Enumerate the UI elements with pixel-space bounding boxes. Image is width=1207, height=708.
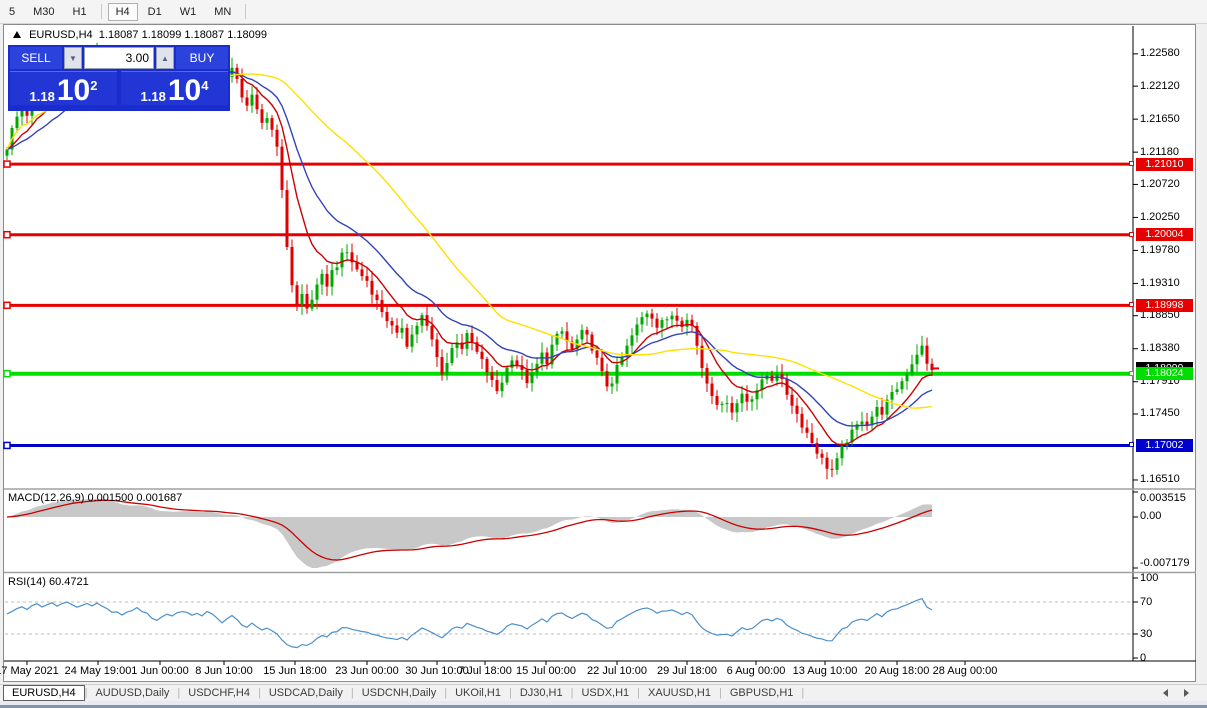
price-line-axis-anchor bbox=[1129, 161, 1134, 167]
price-line-axis-anchor bbox=[1129, 302, 1134, 308]
timeframe-button-mn[interactable]: MN bbox=[206, 3, 239, 21]
one-click-trade-panel: SELL ▼ ▲ BUY 1.18 10 2 1.18 10 4 bbox=[8, 45, 230, 111]
rsi-axis-tick: 0 bbox=[1140, 651, 1147, 664]
rsi-axis-tick: 30 bbox=[1140, 627, 1153, 640]
rsi-indicator-label: RSI(14) 60.4721 bbox=[8, 576, 89, 588]
chart-ohlc-values: 1.18087 1.18099 1.18087 1.18099 bbox=[98, 29, 267, 41]
volume-up-stepper[interactable]: ▲ bbox=[156, 47, 174, 69]
chart-tab-dj30[interactable]: DJ30,H1 bbox=[512, 686, 571, 700]
price-line-label: 1.20004 bbox=[1136, 228, 1193, 242]
tab-scroll-right-icon[interactable] bbox=[1184, 689, 1189, 697]
time-axis-tick: 7 Jul 18:00 bbox=[458, 665, 512, 677]
macd-indicator-label: MACD(12,26,9) 0.001500 0.001687 bbox=[8, 492, 183, 504]
chart-tab-usdx[interactable]: USDX,H1 bbox=[573, 686, 637, 700]
chart-tab-usdcad[interactable]: USDCAD,Daily bbox=[261, 686, 351, 700]
chart-symbol-period: EURUSD,H4 bbox=[29, 29, 93, 41]
time-axis-tick: 29 Jul 18:00 bbox=[657, 665, 717, 677]
price-line-label: 1.18024 bbox=[1136, 367, 1193, 381]
chart-tab-audusd[interactable]: AUDUSD,Daily bbox=[87, 686, 177, 700]
price-line-axis-anchor bbox=[1129, 231, 1134, 237]
collapse-panel-icon[interactable] bbox=[13, 31, 21, 38]
sell-price-prefix: 1.18 bbox=[29, 89, 55, 104]
timeframe-button-w1[interactable]: W1 bbox=[172, 3, 205, 21]
rsi-axis-tick: 70 bbox=[1140, 595, 1153, 608]
price-line-label: 1.18998 bbox=[1136, 298, 1193, 312]
timeframe-button-m30[interactable]: M30 bbox=[25, 3, 62, 21]
time-axis-tick: 6 Aug 00:00 bbox=[726, 665, 786, 677]
price-axis-tick: 1.21180 bbox=[1140, 145, 1179, 158]
time-axis-tick: 28 Aug 00:00 bbox=[932, 665, 998, 677]
time-axis-tick: 15 Jul 00:00 bbox=[516, 665, 576, 677]
macd-axis-tick: -0.007179 bbox=[1140, 557, 1190, 569]
price-axis-tick: 1.16510 bbox=[1140, 473, 1180, 486]
chart-title: EURUSD,H4 1.18087 1.18099 1.18087 1.1809… bbox=[13, 29, 267, 41]
time-axis-tick: 8 Jun 10:00 bbox=[195, 665, 253, 677]
buy-price[interactable]: 1.18 10 4 bbox=[121, 71, 228, 107]
time-axis-tick: 1 Jun 00:00 bbox=[131, 665, 189, 677]
mt4-window: 5 M30 H1 H4 D1 W1 MN EURUSD,H4 1.18087 1.18099… bbox=[0, 0, 1207, 708]
timeframe-button-h4[interactable]: H4 bbox=[107, 2, 138, 21]
sell-price[interactable]: 1.18 10 2 bbox=[10, 71, 117, 107]
price-line-axis-anchor bbox=[1129, 370, 1134, 376]
price-line-label: 1.21010 bbox=[1136, 157, 1193, 171]
price-axis-tick: 1.22120 bbox=[1140, 79, 1180, 92]
time-axis-tick: 24 May 19:00 bbox=[64, 665, 132, 677]
toolbar-separator bbox=[100, 4, 102, 19]
timeframe-button-5[interactable]: 5 bbox=[1, 3, 23, 21]
chart-tab-xauusd[interactable]: XAUUSD,H1 bbox=[640, 686, 719, 700]
price-line-axis-anchor bbox=[1129, 442, 1134, 448]
chart-tab-ukoil[interactable]: UKOil,H1 bbox=[447, 686, 509, 700]
chart-tab-usdchf[interactable]: USDCHF,H4 bbox=[180, 686, 258, 700]
chart-tab-gbpusd[interactable]: GBPUSD,H1 bbox=[722, 686, 802, 700]
rsi-axis-tick: 100 bbox=[1140, 571, 1159, 584]
time-axis-tick: 17 May 2021 bbox=[0, 665, 59, 677]
sell-price-main: 10 bbox=[56, 74, 91, 107]
price-axis-tick: 1.19310 bbox=[1140, 276, 1180, 289]
chart-tab-bar: EURUSD,H4 | AUDUSD,Daily | USDCHF,H4 | USDCAD,… bbox=[0, 684, 1207, 701]
macd-axis-tick: 0.003515 bbox=[1140, 492, 1186, 504]
price-axis-tick: 1.19780 bbox=[1140, 243, 1180, 256]
price-axis-tick: 1.20250 bbox=[1140, 210, 1180, 223]
timeframe-toolbar: 5 M30 H1 H4 D1 W1 MN bbox=[0, 0, 1207, 24]
chart-canvas[interactable] bbox=[3, 24, 1196, 682]
buy-price-main: 10 bbox=[167, 74, 202, 107]
sell-price-pip: 2 bbox=[90, 78, 98, 93]
macd-axis-tick: 0.00 bbox=[1140, 510, 1162, 523]
price-axis-tick: 1.18380 bbox=[1140, 342, 1180, 355]
price-axis-tick: 1.22580 bbox=[1140, 47, 1180, 60]
timeframe-button-h1[interactable]: H1 bbox=[65, 3, 95, 21]
price-axis-tick: 1.20720 bbox=[1140, 177, 1180, 190]
time-axis-tick: 23 Jun 00:00 bbox=[335, 665, 399, 677]
buy-button[interactable]: BUY bbox=[176, 47, 228, 69]
window-bottom-edge bbox=[0, 701, 1207, 708]
tab-scroll-arrows bbox=[1163, 689, 1207, 697]
buy-price-pip: 4 bbox=[201, 78, 209, 93]
volume-down-stepper[interactable]: ▼ bbox=[64, 47, 82, 69]
chart-tab-eurusd[interactable]: EURUSD,H4 bbox=[3, 685, 85, 701]
buy-price-prefix: 1.18 bbox=[140, 89, 166, 104]
time-axis-tick: 20 Aug 18:00 bbox=[864, 665, 930, 677]
tab-scroll-left-icon[interactable] bbox=[1163, 689, 1168, 697]
chart-tab-usdcnh[interactable]: USDCNH,Daily bbox=[354, 686, 445, 700]
tab-separator: | bbox=[801, 687, 805, 699]
price-axis-tick: 1.21650 bbox=[1140, 112, 1180, 125]
time-axis-tick: 15 Jun 18:00 bbox=[263, 665, 327, 677]
volume-input[interactable] bbox=[84, 47, 154, 69]
time-axis-tick: 22 Jul 10:00 bbox=[587, 665, 647, 677]
timeframe-button-d1[interactable]: D1 bbox=[140, 3, 170, 21]
toolbar-separator bbox=[245, 4, 247, 19]
time-axis-tick: 13 Aug 10:00 bbox=[792, 665, 858, 677]
sell-button[interactable]: SELL bbox=[10, 47, 62, 69]
price-axis-tick: 1.17450 bbox=[1140, 407, 1180, 420]
price-line-label: 1.17002 bbox=[1136, 438, 1193, 452]
